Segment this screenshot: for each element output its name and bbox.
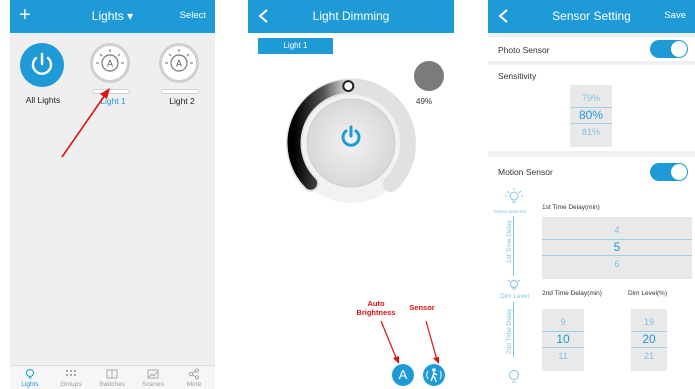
brightness-value: 49% (416, 97, 433, 106)
lights-header: + Lights ▾ Select (10, 0, 215, 33)
picker-value: 9 (560, 317, 566, 327)
dimming-title: Light Dimming (312, 9, 390, 23)
photo-sensor-row: Photo Sensor (488, 37, 695, 61)
switch-icon (106, 369, 118, 379)
save-button[interactable]: Save (664, 10, 686, 21)
sensor-button[interactable] (423, 364, 445, 386)
tab-switches[interactable]: Switches (92, 368, 132, 388)
auto-brightness-icon: A (398, 367, 408, 382)
svg-text:A: A (176, 59, 182, 69)
share-icon (188, 368, 200, 380)
bulb-auto-icon[interactable]: A (159, 43, 199, 83)
first-delay-picker[interactable]: 4 5 6 (542, 217, 692, 279)
photo-sensor-label: Photo Sensor (498, 45, 550, 55)
photo-sensor-toggle[interactable] (650, 40, 688, 58)
red-arrow-annotation (61, 88, 110, 158)
dim-level-title: Dim Level(%) (628, 290, 668, 297)
tab-label: Groups (60, 381, 82, 388)
bulb-icon (26, 369, 34, 379)
dim-bulb-icon (507, 279, 521, 290)
picker-value: 19 (643, 317, 654, 327)
second-delay-picker[interactable]: 9 10 11 (542, 309, 584, 371)
power-icon[interactable] (20, 43, 64, 87)
motion-section: Motion Sensor Motion detected 1st Time D… (488, 157, 695, 389)
picker-value: 81% (581, 127, 600, 137)
sensor-screen: Sensor Setting Save Photo Sensor Sensiti… (488, 0, 695, 389)
tab-more[interactable]: More (174, 368, 214, 388)
tab-scenes[interactable]: Scenes (133, 368, 173, 388)
dimming-screen: Light Dimming Light 1 49% Auto Brightnes… (248, 0, 454, 389)
light-2-slider[interactable] (161, 89, 199, 94)
tile-label: Light 2 (169, 96, 195, 106)
first-delay-side-label: 1st Time Delay (506, 220, 513, 263)
second-delay-side-label: 2nd Time Delay (506, 308, 513, 354)
bottom-tab-bar: Lights Groups Switches Scenes More (10, 365, 215, 389)
motion-sensor-toggle[interactable] (650, 163, 688, 181)
tab-label: Lights (21, 381, 39, 388)
picker-value: 11 (558, 351, 568, 361)
dim-level-side-label: Dim Level (500, 293, 529, 300)
picker-selected-value: 80% (570, 107, 612, 124)
picker-selected-value: 10 (542, 331, 584, 348)
sensitivity-picker[interactable]: 79% 80% 81% (570, 85, 612, 147)
sensitivity-label: Sensitivity (498, 71, 537, 81)
picker-selected-value: 20 (631, 331, 667, 348)
picker-value: 21 (643, 351, 654, 361)
picker-selected-value: 5 (542, 239, 692, 256)
picker-value: 4 (614, 225, 620, 235)
grid-icon (66, 370, 76, 376)
light-chip[interactable]: Light 1 (258, 38, 333, 54)
brightness-indicator (414, 61, 444, 91)
svg-text:A: A (107, 59, 113, 69)
sensitivity-section: Sensitivity 79% 80% 81% (488, 65, 695, 151)
bulb-icon (509, 370, 519, 383)
tab-label: More (186, 381, 202, 388)
timeline-line (513, 302, 514, 357)
tab-label: Scenes (142, 381, 164, 388)
first-delay-title: 1st Time Delay(min) (542, 204, 600, 211)
red-arrows-annotation (380, 320, 439, 364)
tab-label: Switches (98, 381, 125, 388)
sensor-header: Sensor Setting Save (488, 0, 695, 33)
picker-value: 6 (614, 259, 620, 269)
scenes-icon (147, 369, 159, 379)
motion-bulb-icon (505, 188, 523, 203)
lights-screen: + Lights ▾ Select All Lights A Light 1 A… (10, 0, 215, 389)
motion-sensor-icon (426, 368, 442, 383)
motion-detected-label: Motion detected (494, 209, 527, 214)
picker-value: 79% (581, 93, 600, 103)
sensor-annotation: Sensor (409, 303, 435, 312)
dim-level-picker[interactable]: 19 20 21 (631, 309, 667, 371)
timeline-line (513, 216, 514, 276)
tab-lights[interactable]: Lights (10, 368, 50, 388)
power-icon[interactable] (338, 124, 364, 150)
bulb-auto-icon[interactable]: A (90, 43, 130, 83)
tab-groups[interactable]: Groups (51, 368, 91, 388)
auto-brightness-button[interactable]: A (392, 364, 414, 386)
auto-brightness-annotation: Auto Brightness (356, 299, 396, 317)
second-delay-title: 2nd Time Delay(min) (542, 290, 602, 297)
dimming-header: Light Dimming (248, 0, 454, 33)
select-button[interactable]: Select (180, 10, 206, 21)
motion-sensor-label: Motion Sensor (498, 167, 553, 177)
